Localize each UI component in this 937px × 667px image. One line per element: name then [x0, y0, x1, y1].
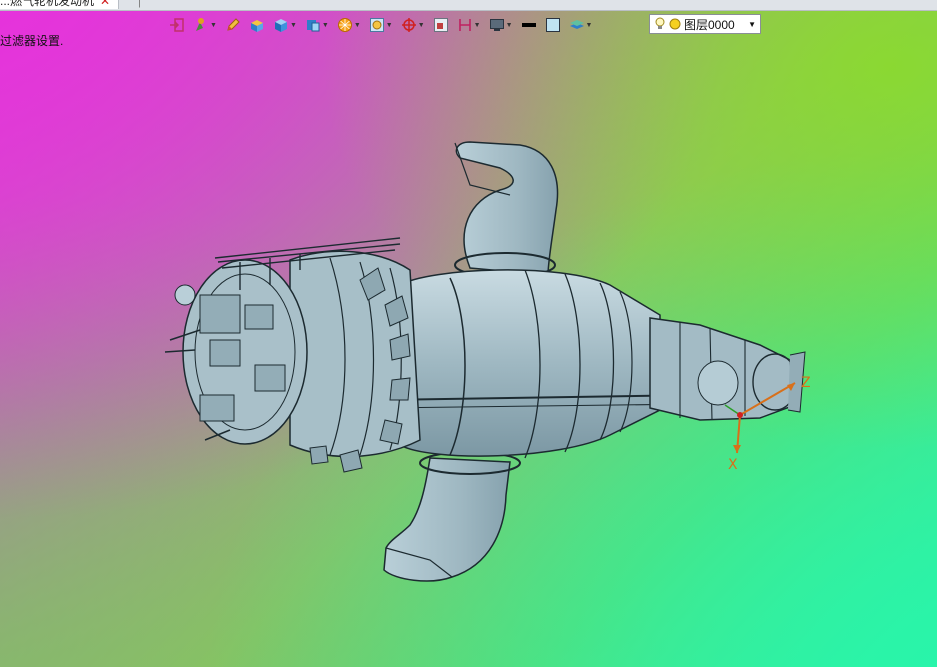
x-axis-label: X	[728, 457, 738, 473]
z-axis-label: Z	[801, 375, 811, 391]
compressor-section	[289, 250, 421, 473]
lower-exhaust-duct	[383, 451, 521, 582]
upper-exhaust-duct	[454, 141, 559, 278]
origin-point	[737, 412, 743, 418]
gas-turbine-model[interactable]	[0, 0, 937, 667]
z-axis-line	[739, 382, 796, 416]
